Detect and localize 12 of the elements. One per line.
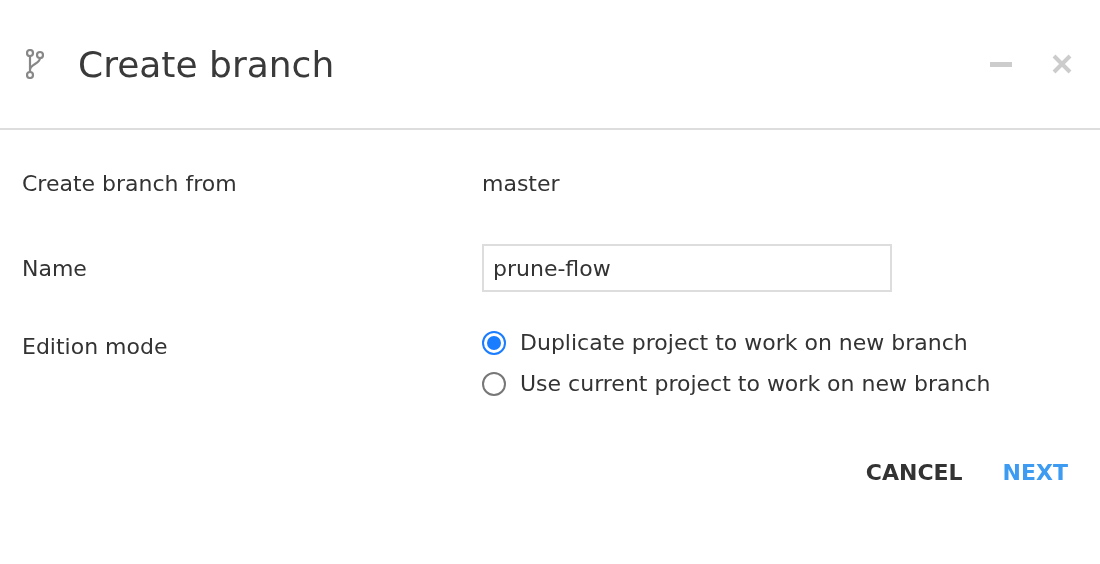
field-label: Create branch from (22, 170, 238, 196)
radio-label[interactable]: Duplicate project to work on new branch (520, 330, 968, 355)
branch-icon (26, 49, 44, 79)
name-field[interactable]: prune-flow (482, 244, 892, 292)
radio-button[interactable] (482, 371, 506, 396)
field-label: Edition mode (22, 334, 169, 359)
radio-button[interactable] (482, 330, 506, 355)
window-title: Create branch (78, 43, 336, 85)
cancel-button[interactable]: CANCEL (865, 456, 963, 489)
source-branch: master (482, 170, 561, 196)
field-label: Name (22, 255, 88, 281)
radio-label[interactable]: Use current project to work on new branch (520, 371, 991, 396)
